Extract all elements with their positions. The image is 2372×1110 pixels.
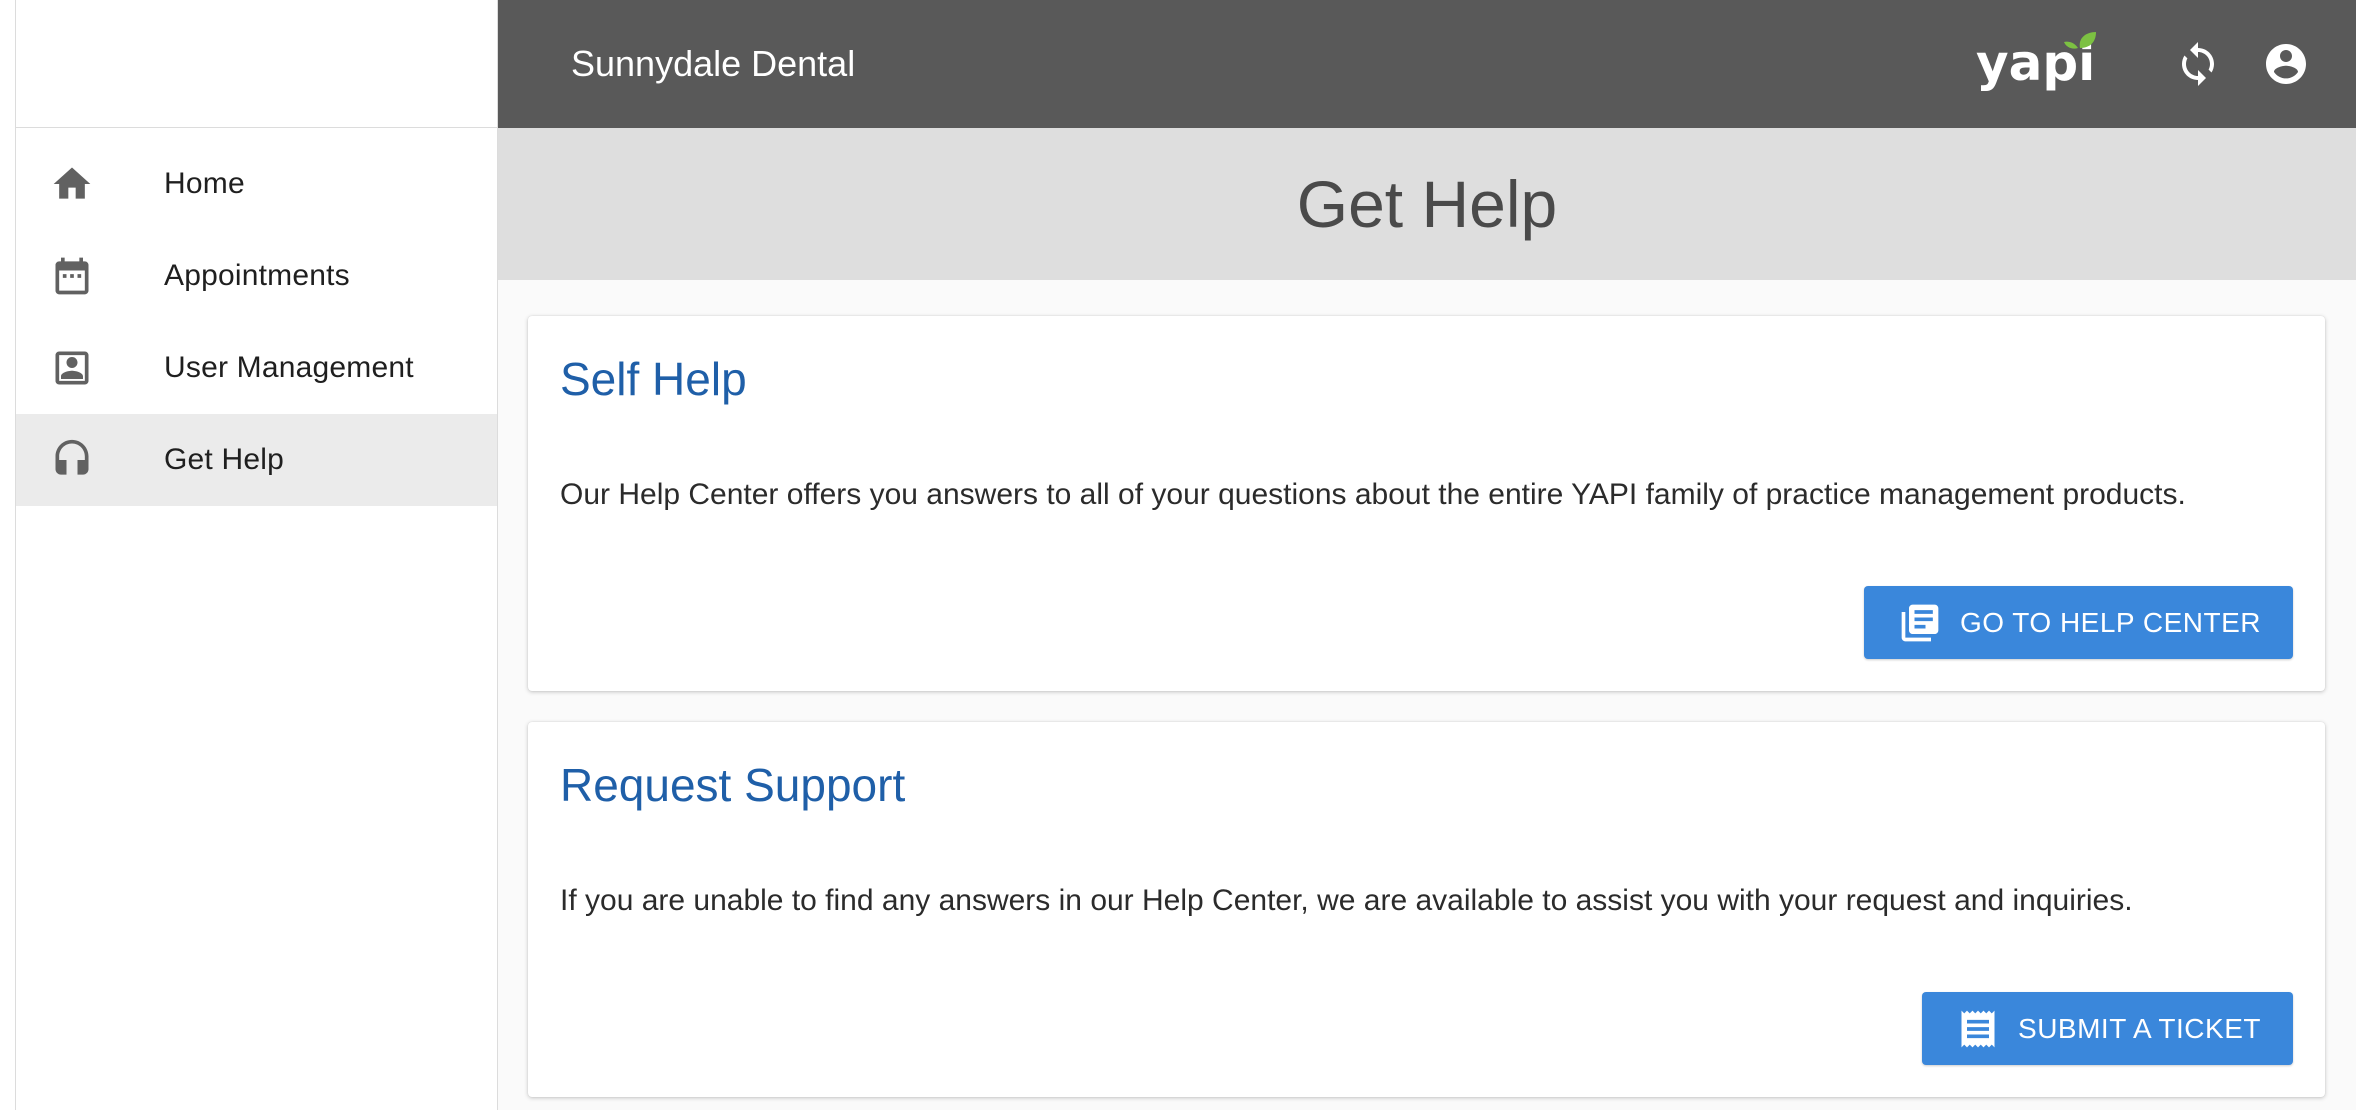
sidebar-nav: Home Appointments User Management Get He…	[16, 128, 497, 506]
account-circle-icon[interactable]	[2254, 32, 2318, 96]
self-help-card: Self Help Our Help Center offers you ans…	[528, 316, 2325, 691]
yapi-logo: yapi	[1974, 28, 2104, 100]
card-title: Self Help	[560, 353, 747, 405]
sync-icon[interactable]	[2166, 32, 2230, 96]
practice-name: Sunnydale Dental	[571, 43, 856, 84]
library-books-icon	[1901, 604, 1939, 641]
go-to-help-center-button[interactable]: GO TO HELP CENTER	[1863, 586, 2293, 659]
headset-icon	[50, 438, 94, 482]
main-content: Get Help Self Help Our Help Center offer…	[498, 128, 2356, 1110]
sidebar-header	[16, 0, 497, 128]
sidebar-item-get-help[interactable]: Get Help	[16, 414, 497, 506]
receipt-icon	[1961, 1010, 1995, 1047]
sidebar-item-label: Get Help	[164, 443, 284, 476]
app-window: Home Appointments User Management Get He…	[15, 0, 2356, 1110]
sidebar-item-user-management[interactable]: User Management	[16, 322, 497, 414]
home-icon	[50, 162, 94, 206]
button-label: SUBMIT A TICKET	[2018, 1012, 2261, 1044]
sidebar-item-appointments[interactable]: Appointments	[16, 230, 497, 322]
sidebar-item-label: User Management	[164, 351, 414, 384]
contact-card-icon	[50, 346, 94, 390]
page-title: Get Help	[1296, 167, 1558, 241]
button-label: GO TO HELP CENTER	[1959, 606, 2261, 638]
card-title: Request Support	[560, 759, 906, 811]
card-description: If you are unable to find any answers in…	[560, 884, 2133, 917]
sidebar: Home Appointments User Management Get He…	[16, 0, 498, 1110]
logo-text: yapi	[1976, 34, 2095, 92]
calendar-icon	[50, 254, 94, 298]
submit-a-ticket-button[interactable]: SUBMIT A TICKET	[1922, 992, 2293, 1065]
sidebar-item-home[interactable]: Home	[16, 138, 497, 230]
page-heading: Get Help	[498, 128, 2356, 280]
sidebar-item-label: Home	[164, 167, 245, 200]
card-description: Our Help Center offers you answers to al…	[560, 478, 2186, 511]
top-bar-actions: yapi	[1974, 28, 2318, 100]
top-bar: Sunnydale Dental yapi	[498, 0, 2356, 128]
sidebar-item-label: Appointments	[164, 259, 350, 292]
request-support-card: Request Support If you are unable to fin…	[528, 722, 2325, 1097]
